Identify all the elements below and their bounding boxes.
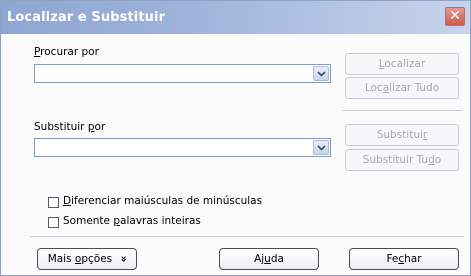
match-case-checkbox[interactable] [48,197,59,208]
dialog-title: Localizar e Substituir [7,10,166,25]
chevron-down-icon [317,145,326,151]
find-all-button[interactable]: Localizar Tudo [345,77,459,99]
search-label: Procurar por [34,46,99,58]
replace-combobox[interactable] [34,138,331,157]
search-dropdown-button[interactable] [313,66,329,81]
replace-label: Substituir por [34,121,106,133]
replace-button[interactable]: Substituir [345,124,459,146]
close-button[interactable]: Fechar [349,248,459,270]
double-chevron-down-icon: » [116,255,129,263]
help-button[interactable]: Ajuda [219,248,319,270]
chevron-down-icon [317,71,326,77]
whole-words-label[interactable]: Somente palavras inteiras [63,215,201,227]
replace-dropdown-button[interactable] [313,140,329,155]
more-options-button[interactable]: Mais opções » [37,248,137,270]
find-button[interactable]: Localizar [345,53,459,75]
separator-right [342,110,462,111]
title-bar[interactable]: Localizar e Substituir ✕ [1,1,470,34]
close-icon: ✕ [449,8,461,24]
find-replace-dialog: Localizar e Substituir ✕ Procurar por Lo… [0,0,471,276]
match-case-label[interactable]: Diferenciar maiúsculas de minúsculas [63,195,262,207]
separator-bottom [30,236,464,237]
replace-all-button[interactable]: Substituir Tudo [345,149,459,171]
close-window-button[interactable]: ✕ [445,7,465,26]
whole-words-checkbox[interactable] [48,217,59,228]
search-combobox[interactable] [34,64,331,83]
